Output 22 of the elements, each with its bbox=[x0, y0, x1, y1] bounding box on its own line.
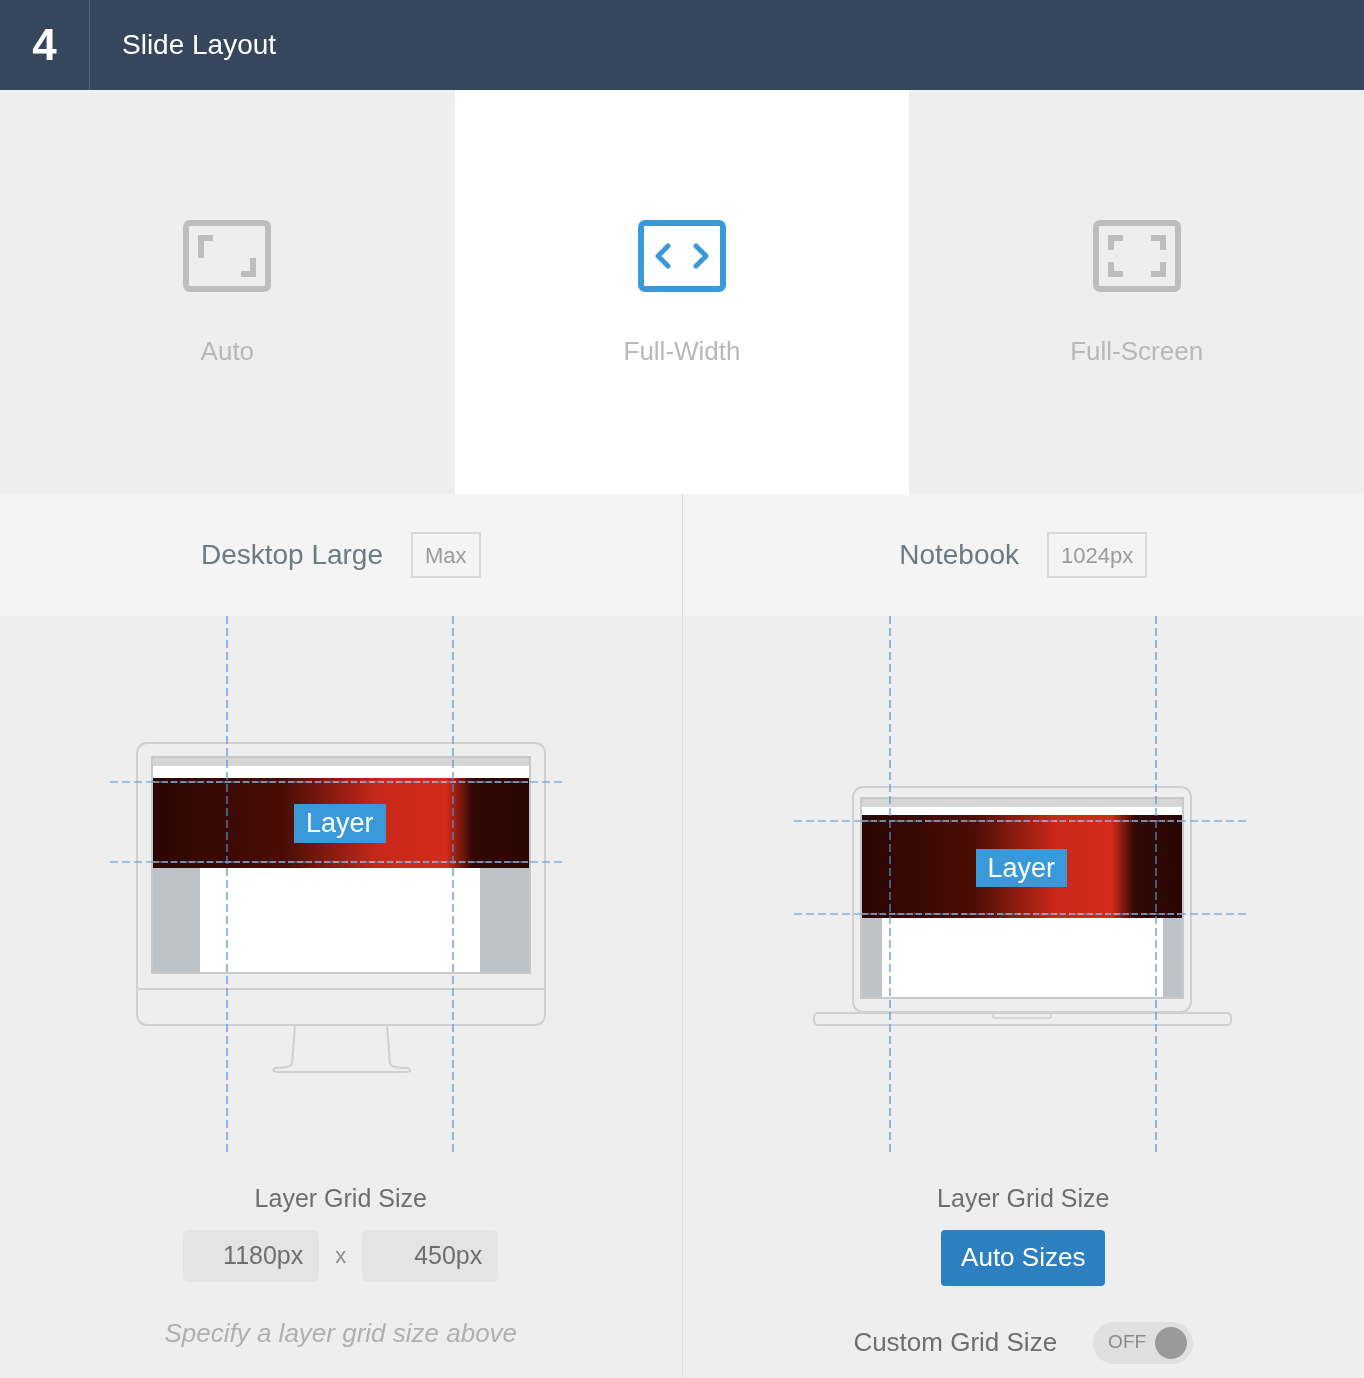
layer-label: Layer bbox=[975, 849, 1068, 887]
code-brackets-icon bbox=[638, 220, 726, 292]
device-name: Notebook bbox=[899, 538, 1020, 572]
grid-size-label: Layer Grid Size bbox=[937, 1183, 1110, 1214]
auto-sizes-button[interactable]: Auto Sizes bbox=[941, 1229, 1106, 1286]
toggle-state-text: OFF bbox=[1107, 1330, 1148, 1355]
section-title: Slide Layout bbox=[122, 28, 277, 62]
fullscreen-icon bbox=[1092, 220, 1181, 292]
custom-grid-label: Custom Grid Size bbox=[853, 1326, 1058, 1359]
grid-width-field[interactable]: 1180px bbox=[183, 1229, 320, 1282]
toggle-switch[interactable]: OFF bbox=[1093, 1321, 1194, 1364]
corner-frame-icon bbox=[183, 220, 272, 292]
hint-text: Specify a layer grid size above bbox=[164, 1316, 518, 1350]
layout-label: Full-Width bbox=[623, 335, 741, 368]
layer-label: Layer bbox=[294, 804, 386, 843]
toggle-knob bbox=[1155, 1326, 1188, 1359]
width-badge: Max bbox=[411, 532, 481, 578]
width-badge: 1024px bbox=[1047, 532, 1148, 578]
times-sign: x bbox=[335, 1242, 347, 1270]
device-name: Desktop Large bbox=[200, 538, 383, 572]
grid-height-field[interactable]: 450px bbox=[362, 1229, 499, 1282]
grid-size-label: Layer Grid Size bbox=[254, 1183, 427, 1214]
